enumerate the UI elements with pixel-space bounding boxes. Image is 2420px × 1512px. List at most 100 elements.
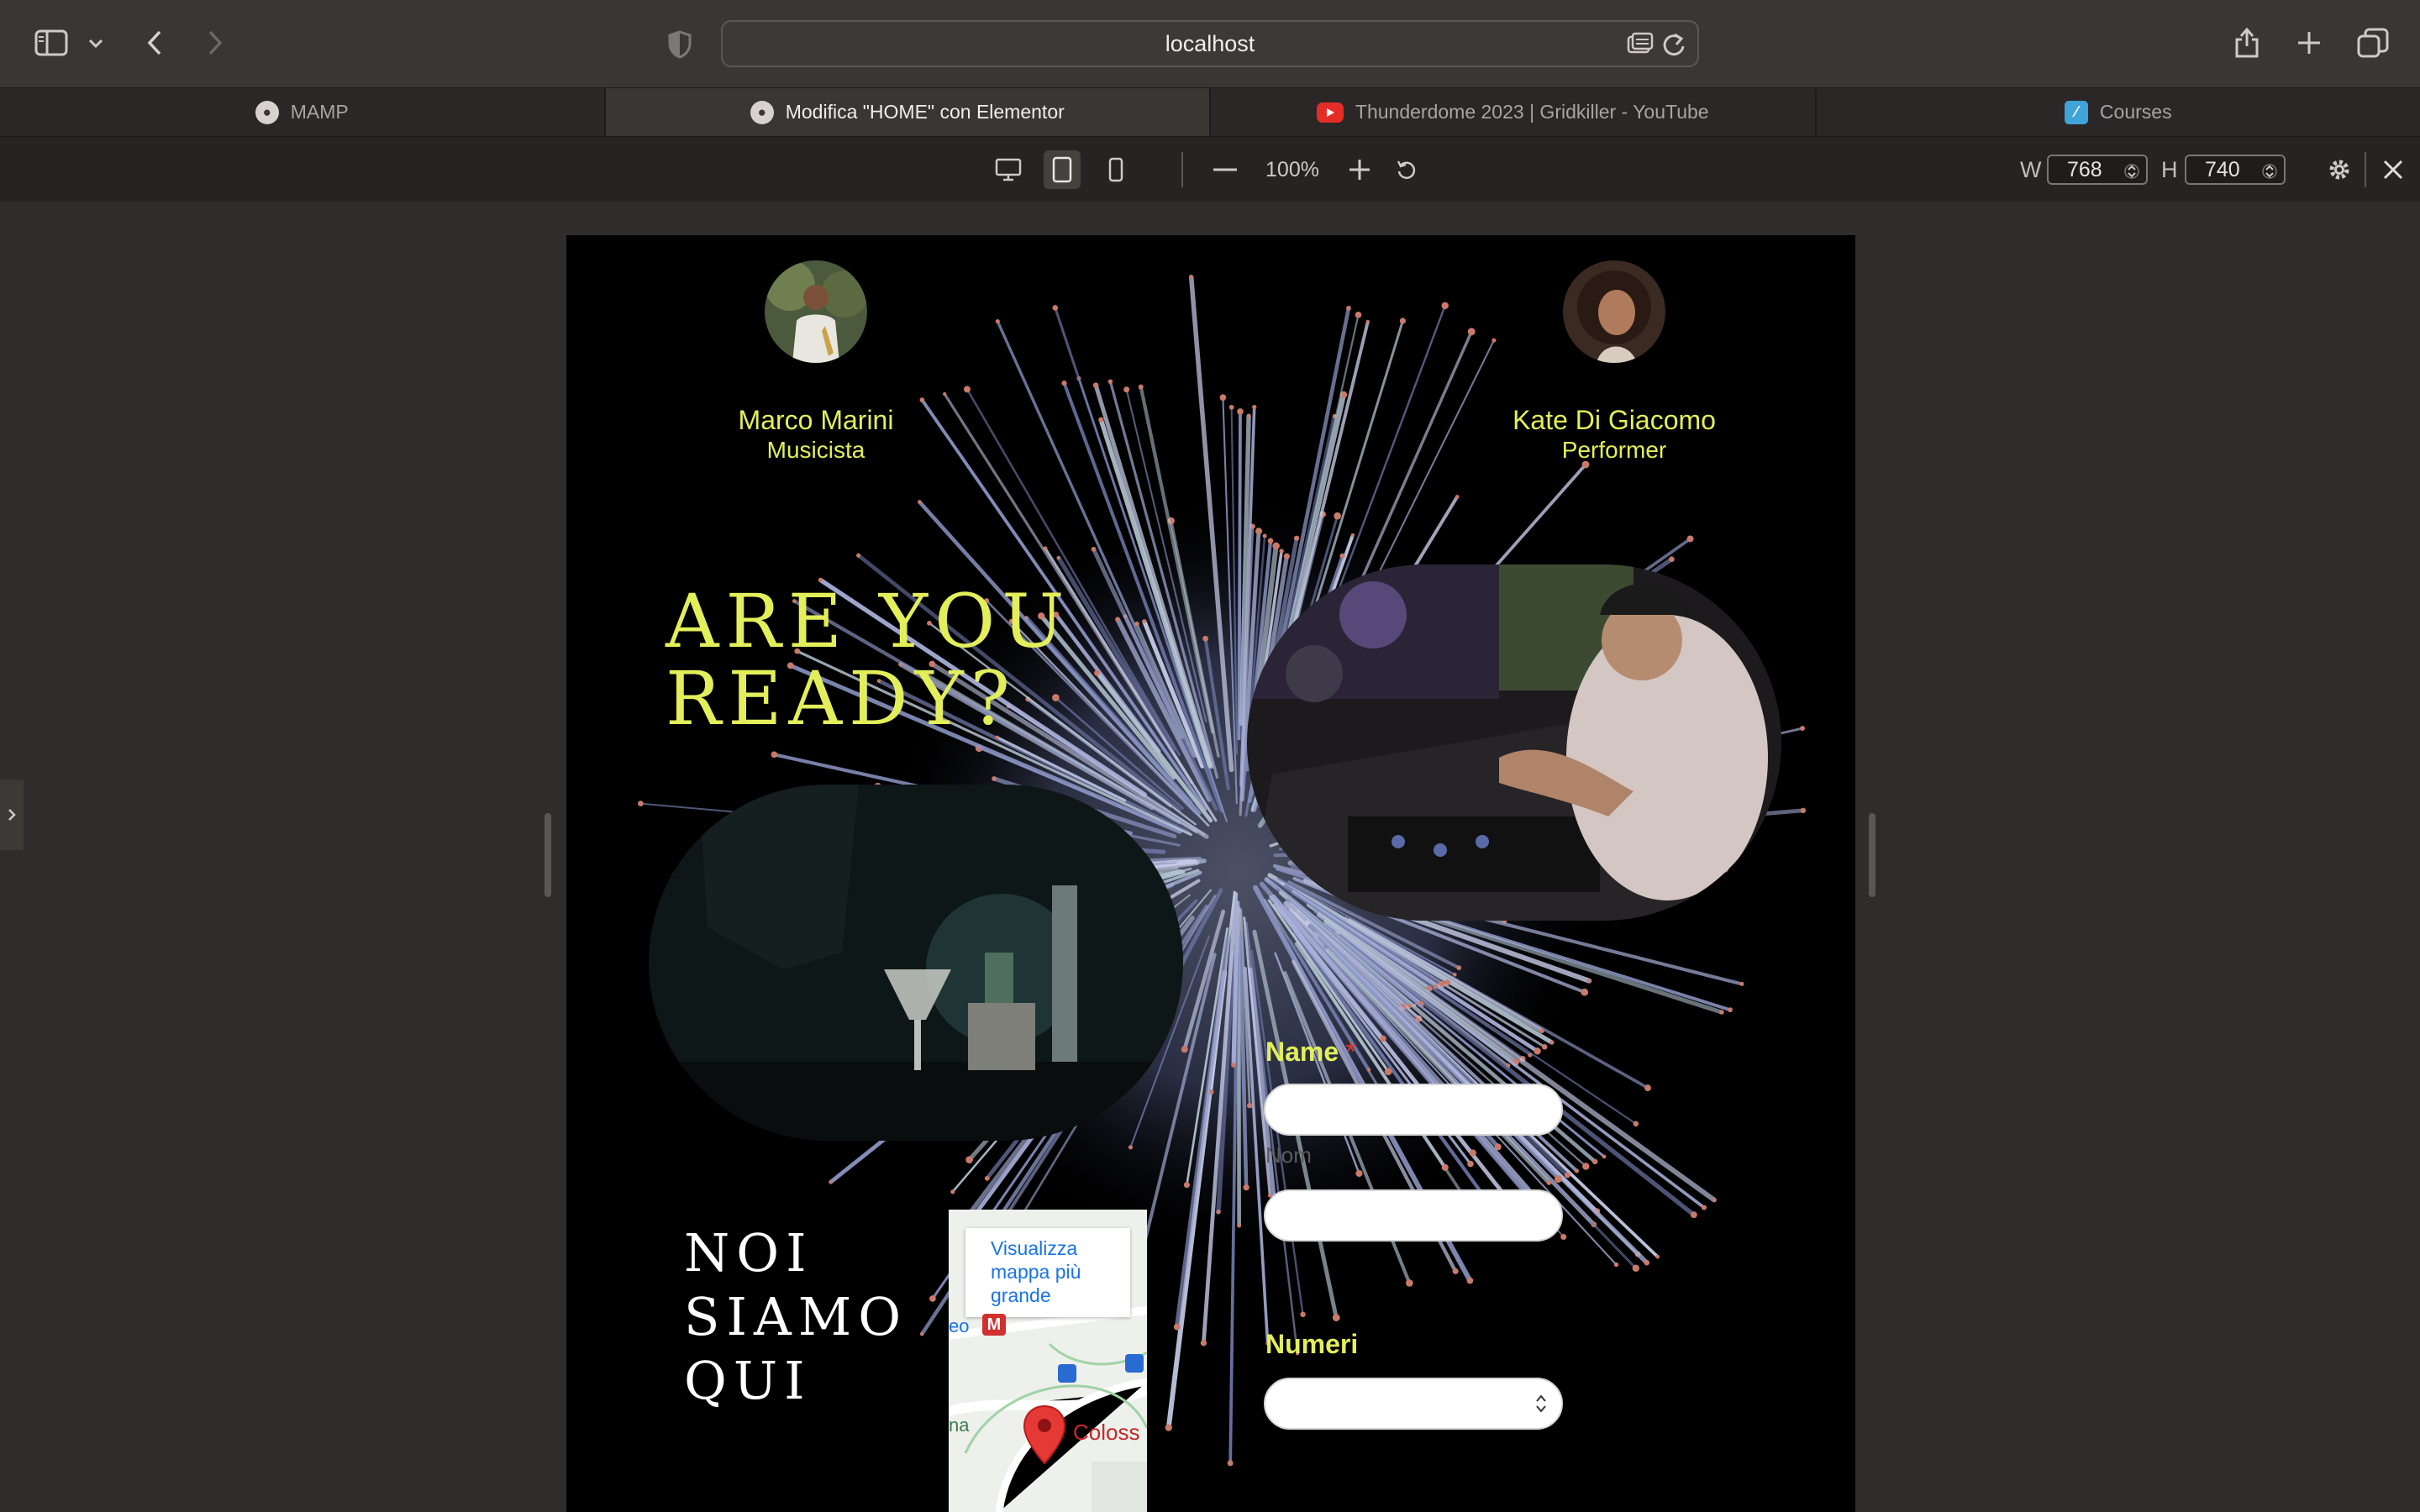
sidebar-toggle-button[interactable] (32, 25, 71, 60)
tab-label: Courses (2099, 101, 2172, 123)
team-member-role: Performer (1561, 437, 1667, 463)
location-line: NOI (684, 1222, 813, 1284)
width-input[interactable]: 768 (2047, 155, 2148, 185)
chevron-left-icon (147, 30, 161, 55)
surname-input[interactable] (1264, 1189, 1563, 1242)
desktop-icon (995, 158, 1022, 181)
mobile-device-button[interactable] (1099, 150, 1133, 189)
sidebar-icon (34, 29, 68, 56)
zoom-out-button[interactable] (1210, 150, 1240, 189)
name-label-text: Name (1265, 1037, 1339, 1067)
height-input[interactable]: 740 (2185, 155, 2286, 185)
view-larger-map-link[interactable]: Visualizza mappa più grande (965, 1228, 1130, 1317)
name-sublabel: Nom (1265, 1142, 1312, 1168)
side-panel-toggle[interactable] (0, 780, 24, 850)
chevron-right-icon (208, 30, 223, 55)
gear-icon (2329, 160, 2349, 180)
mobile-icon (1108, 157, 1123, 182)
share-button[interactable] (2230, 24, 2264, 62)
map-embed[interactable]: Visualizza mappa più grande eo M na Colo… (949, 1210, 1147, 1512)
tab-label: Modifica "HOME" con Elementor (785, 101, 1065, 123)
plus-icon (1349, 160, 1370, 180)
map-label-metro: eo (949, 1315, 970, 1336)
courses-icon: ⁄ (2064, 100, 2088, 124)
youtube-icon (1316, 102, 1344, 123)
resize-handle-right[interactable] (1869, 813, 1876, 897)
cocktail-bar-photo (649, 785, 1183, 1141)
mamp-icon: ● (255, 100, 279, 124)
avatar-marco-marini (765, 260, 867, 363)
zoom-level: 100% (1265, 157, 1319, 181)
responsive-design-bar: 100% W 768 H 740 (0, 136, 2420, 202)
forward-button[interactable] (198, 25, 232, 60)
toolbar-divider (2365, 152, 2366, 187)
desktop-device-button[interactable] (992, 150, 1025, 189)
shield-icon (668, 30, 692, 59)
tab-courses[interactable]: ⁄ Courses (1817, 88, 2420, 136)
location-line: QUI (684, 1350, 812, 1411)
required-mark: * (1345, 1037, 1356, 1067)
team-member-role: Musicista (766, 437, 865, 463)
tab-label: MAMP (290, 101, 349, 123)
chevron-down-icon (88, 39, 103, 49)
tab-overview-button[interactable] (2354, 25, 2391, 60)
tab-label: Thunderdome 2023 | Gridkiller - YouTube (1355, 101, 1709, 123)
chevron-right-icon (8, 809, 16, 821)
rotate-button[interactable] (1392, 150, 1422, 189)
numbers-label: Numeri (1265, 1329, 1359, 1359)
map-pin-icon (1023, 1404, 1066, 1469)
close-responsive-button[interactable] (2376, 150, 2410, 189)
avatar-kate-di-giacomo (1563, 260, 1665, 363)
tablet-icon (1052, 156, 1072, 183)
zoom-in-button[interactable] (1344, 150, 1375, 189)
responsive-stage: Marco Marini Musicista Kate Di Giacomo P… (0, 202, 2420, 1512)
plus-icon (2298, 32, 2320, 54)
resize-handle-left[interactable] (544, 813, 551, 897)
mamp-icon: ● (750, 100, 774, 124)
name-label: Name * (1265, 1037, 1356, 1068)
share-icon (2235, 27, 2259, 58)
dj-photo (1247, 564, 1781, 921)
headline-line: ARE YOU (666, 578, 1071, 664)
sidebar-menu-chevron[interactable] (84, 30, 108, 57)
team-member-name: Kate Di Giacomo (1512, 405, 1716, 435)
tab-youtube[interactable]: Thunderdome 2023 | Gridkiller - YouTube (1211, 88, 1817, 136)
stepper-icon[interactable] (2124, 161, 2139, 187)
height-value: 740 (2205, 157, 2240, 181)
headline-line: READY? (666, 655, 1017, 742)
headline: ARE YOU READY? (666, 583, 1071, 738)
width-label: W (2020, 157, 2042, 182)
location-heading: NOI SIAMO QUI (684, 1221, 908, 1413)
tab-mamp[interactable]: ● MAMP (0, 88, 606, 136)
reader-view-icon[interactable] (1627, 32, 1654, 61)
rotate-icon (1397, 160, 1416, 179)
back-button[interactable] (138, 25, 171, 60)
privacy-shield-button[interactable] (664, 29, 696, 60)
settings-button[interactable] (2323, 150, 2356, 189)
url-text: localhost (1165, 30, 1255, 56)
stepper-icon[interactable] (2262, 161, 2277, 187)
new-tab-button[interactable] (2292, 25, 2326, 60)
map-place-label: Coloss (1073, 1420, 1140, 1445)
number-stepper-icon[interactable] (1534, 1391, 1548, 1420)
close-icon (2383, 160, 2403, 180)
location-line: SIAMO (684, 1286, 908, 1347)
browser-toolbar: localhost (0, 0, 2420, 87)
website-page: Marco Marini Musicista Kate Di Giacomo P… (566, 235, 1855, 1512)
bus-stop-icon (1125, 1354, 1144, 1373)
numbers-input[interactable] (1264, 1378, 1563, 1430)
name-input[interactable] (1264, 1084, 1563, 1136)
tablet-device-button[interactable] (1044, 150, 1081, 189)
tab-bar: ● MAMP ● Modifica "HOME" con Elementor T… (0, 87, 2420, 136)
team-member-name: Marco Marini (738, 405, 894, 435)
reload-icon[interactable] (1662, 32, 1686, 63)
width-value: 768 (2067, 157, 2102, 181)
map-label-left: na (949, 1415, 970, 1436)
minus-icon (1213, 168, 1237, 171)
address-bar[interactable]: localhost (721, 20, 1699, 67)
tab-elementor[interactable]: ● Modifica "HOME" con Elementor (605, 88, 1211, 136)
toolbar-divider (1181, 152, 1183, 187)
metro-icon: M (982, 1314, 1006, 1336)
tab-overview-icon (2357, 28, 2389, 58)
bus-stop-icon (1058, 1364, 1076, 1383)
